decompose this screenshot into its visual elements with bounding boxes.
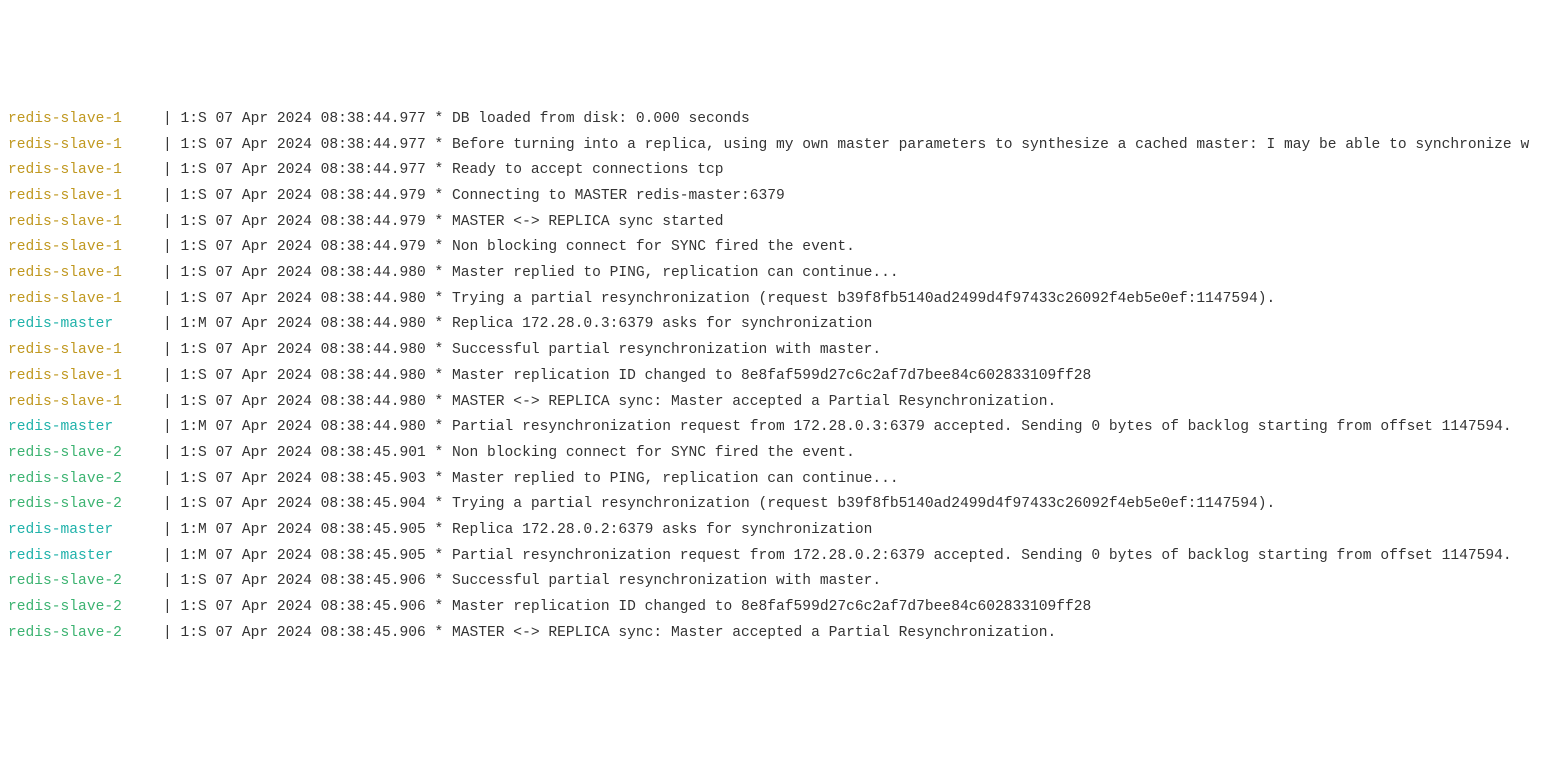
- log-line: redis-slave-2| 1:S 07 Apr 2024 08:38:45.…: [8, 569, 1550, 595]
- log-message: 1:S 07 Apr 2024 08:38:44.980 * MASTER <-…: [181, 390, 1057, 416]
- log-message: 1:S 07 Apr 2024 08:38:44.980 * Trying a …: [181, 287, 1276, 313]
- log-message: 1:S 07 Apr 2024 08:38:44.977 * Before tu…: [181, 133, 1530, 159]
- log-service-name: redis-slave-1: [8, 107, 163, 133]
- log-line: redis-slave-1| 1:S 07 Apr 2024 08:38:44.…: [8, 261, 1550, 287]
- log-line: redis-slave-2| 1:S 07 Apr 2024 08:38:45.…: [8, 621, 1550, 647]
- log-separator: |: [163, 261, 181, 287]
- log-output: redis-slave-1| 1:S 07 Apr 2024 08:38:44.…: [8, 107, 1550, 647]
- log-message: 1:M 07 Apr 2024 08:38:45.905 * Partial r…: [181, 544, 1512, 570]
- log-separator: |: [163, 287, 181, 313]
- log-separator: |: [163, 544, 181, 570]
- log-line: redis-slave-2| 1:S 07 Apr 2024 08:38:45.…: [8, 467, 1550, 493]
- log-separator: |: [163, 569, 181, 595]
- log-message: 1:S 07 Apr 2024 08:38:44.979 * Non block…: [181, 235, 855, 261]
- log-separator: |: [163, 158, 181, 184]
- log-message: 1:S 07 Apr 2024 08:38:45.906 * Master re…: [181, 595, 1092, 621]
- log-separator: |: [163, 210, 181, 236]
- log-message: 1:S 07 Apr 2024 08:38:45.904 * Trying a …: [181, 492, 1276, 518]
- log-separator: |: [163, 133, 181, 159]
- log-separator: |: [163, 595, 181, 621]
- log-message: 1:S 07 Apr 2024 08:38:44.980 * Master re…: [181, 364, 1092, 390]
- log-service-name: redis-slave-2: [8, 595, 163, 621]
- log-service-name: redis-slave-1: [8, 184, 163, 210]
- log-message: 1:S 07 Apr 2024 08:38:44.980 * Successfu…: [181, 338, 882, 364]
- log-message: 1:S 07 Apr 2024 08:38:45.901 * Non block…: [181, 441, 855, 467]
- log-message: 1:S 07 Apr 2024 08:38:45.906 * Successfu…: [181, 569, 882, 595]
- log-separator: |: [163, 107, 181, 133]
- log-line: redis-slave-1| 1:S 07 Apr 2024 08:38:44.…: [8, 338, 1550, 364]
- log-line: redis-slave-2| 1:S 07 Apr 2024 08:38:45.…: [8, 595, 1550, 621]
- log-line: redis-master| 1:M 07 Apr 2024 08:38:45.9…: [8, 518, 1550, 544]
- log-separator: |: [163, 441, 181, 467]
- log-message: 1:S 07 Apr 2024 08:38:44.977 * Ready to …: [181, 158, 724, 184]
- log-line: redis-slave-1| 1:S 07 Apr 2024 08:38:44.…: [8, 184, 1550, 210]
- log-service-name: redis-slave-2: [8, 569, 163, 595]
- log-line: redis-master| 1:M 07 Apr 2024 08:38:45.9…: [8, 544, 1550, 570]
- log-separator: |: [163, 184, 181, 210]
- log-service-name: redis-master: [8, 415, 163, 441]
- log-service-name: redis-slave-2: [8, 621, 163, 647]
- log-message: 1:S 07 Apr 2024 08:38:45.903 * Master re…: [181, 467, 899, 493]
- log-service-name: redis-slave-1: [8, 133, 163, 159]
- log-line: redis-slave-1| 1:S 07 Apr 2024 08:38:44.…: [8, 133, 1550, 159]
- log-message: 1:S 07 Apr 2024 08:38:44.979 * MASTER <-…: [181, 210, 724, 236]
- log-message: 1:S 07 Apr 2024 08:38:44.977 * DB loaded…: [181, 107, 750, 133]
- log-service-name: redis-master: [8, 312, 163, 338]
- log-message: 1:S 07 Apr 2024 08:38:44.980 * Master re…: [181, 261, 899, 287]
- log-message: 1:M 07 Apr 2024 08:38:45.905 * Replica 1…: [181, 518, 873, 544]
- log-message: 1:S 07 Apr 2024 08:38:44.979 * Connectin…: [181, 184, 785, 210]
- log-separator: |: [163, 621, 181, 647]
- log-line: redis-slave-1| 1:S 07 Apr 2024 08:38:44.…: [8, 158, 1550, 184]
- log-line: redis-slave-1| 1:S 07 Apr 2024 08:38:44.…: [8, 364, 1550, 390]
- log-separator: |: [163, 492, 181, 518]
- log-separator: |: [163, 364, 181, 390]
- log-line: redis-slave-2| 1:S 07 Apr 2024 08:38:45.…: [8, 441, 1550, 467]
- log-line: redis-master| 1:M 07 Apr 2024 08:38:44.9…: [8, 415, 1550, 441]
- log-line: redis-slave-1| 1:S 07 Apr 2024 08:38:44.…: [8, 287, 1550, 313]
- log-line: redis-slave-1| 1:S 07 Apr 2024 08:38:44.…: [8, 235, 1550, 261]
- log-service-name: redis-slave-1: [8, 261, 163, 287]
- log-separator: |: [163, 467, 181, 493]
- log-service-name: redis-slave-2: [8, 467, 163, 493]
- log-service-name: redis-slave-2: [8, 441, 163, 467]
- log-separator: |: [163, 415, 181, 441]
- log-service-name: redis-slave-1: [8, 338, 163, 364]
- log-service-name: redis-master: [8, 518, 163, 544]
- log-separator: |: [163, 312, 181, 338]
- log-separator: |: [163, 518, 181, 544]
- log-line: redis-slave-1| 1:S 07 Apr 2024 08:38:44.…: [8, 390, 1550, 416]
- log-service-name: redis-slave-1: [8, 210, 163, 236]
- log-message: 1:S 07 Apr 2024 08:38:45.906 * MASTER <-…: [181, 621, 1057, 647]
- log-service-name: redis-slave-1: [8, 235, 163, 261]
- log-line: redis-slave-2| 1:S 07 Apr 2024 08:38:45.…: [8, 492, 1550, 518]
- log-line: redis-slave-1| 1:S 07 Apr 2024 08:38:44.…: [8, 107, 1550, 133]
- log-line: redis-slave-1| 1:S 07 Apr 2024 08:38:44.…: [8, 210, 1550, 236]
- log-separator: |: [163, 390, 181, 416]
- log-service-name: redis-master: [8, 544, 163, 570]
- log-service-name: redis-slave-1: [8, 287, 163, 313]
- log-service-name: redis-slave-1: [8, 390, 163, 416]
- log-service-name: redis-slave-1: [8, 364, 163, 390]
- log-message: 1:M 07 Apr 2024 08:38:44.980 * Replica 1…: [181, 312, 873, 338]
- log-separator: |: [163, 235, 181, 261]
- log-service-name: redis-slave-1: [8, 158, 163, 184]
- log-message: 1:M 07 Apr 2024 08:38:44.980 * Partial r…: [181, 415, 1512, 441]
- log-separator: |: [163, 338, 181, 364]
- log-service-name: redis-slave-2: [8, 492, 163, 518]
- log-line: redis-master| 1:M 07 Apr 2024 08:38:44.9…: [8, 312, 1550, 338]
